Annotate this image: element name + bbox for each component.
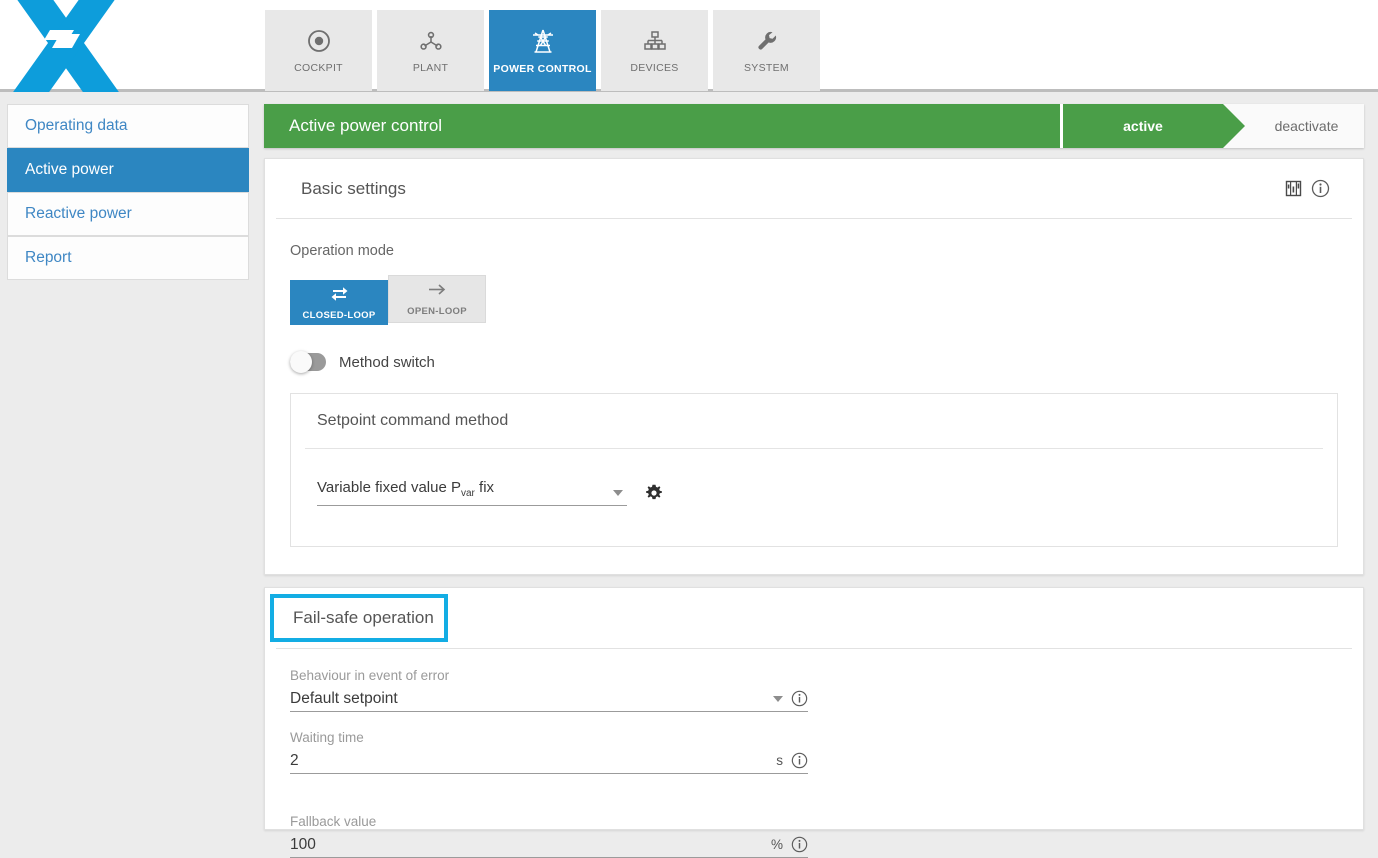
behaviour-in-event-of-error-field: Behaviour in event of error Default setp… [290, 668, 808, 712]
field-label: Waiting time [290, 730, 808, 745]
company-x-logo [0, 0, 120, 92]
target-icon [306, 28, 332, 54]
info-icon[interactable] [791, 752, 808, 769]
basic-settings-heading: Basic settings [301, 179, 1285, 199]
chevron-down-icon[interactable] [773, 696, 783, 702]
setpoint-method-value: Variable fixed value Pvar fix [317, 479, 494, 499]
nav-tab-label: SYSTEM [744, 62, 789, 74]
nav-tab-label: COCKPIT [294, 62, 343, 74]
mode-label: CLOSED-LOOP [303, 310, 376, 321]
sidebar: Operating data Active power Reactive pow… [0, 95, 256, 826]
nav-tab-label: PLANT [413, 62, 448, 74]
sidebar-item-active-power[interactable]: Active power [7, 148, 249, 192]
unit-label: s [776, 753, 783, 768]
arrow-right-icon [427, 282, 447, 302]
nav-tab-label: POWER CONTROL [493, 63, 591, 75]
network-icon [418, 28, 444, 54]
pylon-icon [529, 27, 557, 55]
operation-mode-selector: CLOSED-LOOP OPEN-LOOP [290, 275, 1338, 325]
table-view-icon[interactable] [1285, 180, 1302, 197]
field-label: Behaviour in event of error [290, 668, 808, 683]
top-bar: COCKPIT PLANT [0, 0, 1378, 92]
sidebar-item-reactive-power[interactable]: Reactive power [7, 192, 249, 236]
main-content: Active power control active deactivate B… [256, 95, 1378, 826]
behaviour-select[interactable]: Default setpoint [290, 686, 808, 712]
field-value: Default setpoint [290, 690, 398, 708]
field-adornments [773, 690, 808, 707]
field-adornments: s [776, 752, 808, 769]
page-title: Active power control [264, 104, 1060, 148]
fail-safe-operation-heading: Fail-safe operation [293, 608, 434, 628]
field-value: 100 [290, 836, 316, 854]
setpoint-command-method-body: Variable fixed value Pvar fix [305, 449, 1323, 506]
mode-label: OPEN-LOOP [407, 306, 467, 317]
fallback-value-input[interactable]: 100 % [290, 832, 808, 858]
setpoint-command-method-box: Setpoint command method Variable fixed v… [290, 393, 1338, 547]
fail-safe-operation-heading-highlight: Fail-safe operation [270, 594, 448, 642]
basic-settings-header: Basic settings [276, 159, 1352, 219]
closed-loop-button[interactable]: CLOSED-LOOP [290, 280, 388, 325]
field-adornments: % [771, 836, 808, 853]
divider [276, 648, 1352, 649]
field-label: Fallback value [290, 814, 808, 829]
basic-settings-card: Basic settings [264, 158, 1364, 575]
sidebar-item-label: Operating data [25, 117, 128, 135]
chevron-down-icon [613, 490, 623, 496]
fail-safe-operation-card: Fail-safe operation Behaviour in event o… [264, 587, 1364, 830]
active-state-button[interactable]: active [1063, 104, 1223, 148]
open-loop-button[interactable]: OPEN-LOOP [388, 275, 486, 323]
field-value: 2 [290, 752, 299, 770]
setpoint-command-method-heading: Setpoint command method [305, 394, 1323, 449]
gear-icon[interactable] [645, 484, 663, 502]
nav-tab-plant[interactable]: PLANT [377, 10, 484, 91]
nav-tab-cockpit[interactable]: COCKPIT [265, 10, 372, 91]
fallback-value-field: Fallback value 100 % [290, 814, 808, 858]
basic-settings-header-actions [1285, 179, 1330, 198]
sidebar-item-label: Active power [25, 161, 114, 179]
nav-tab-devices[interactable]: DEVICES [601, 10, 708, 91]
method-switch-label: Method switch [339, 354, 435, 371]
waiting-time-input[interactable]: 2 s [290, 748, 808, 774]
setpoint-method-select[interactable]: Variable fixed value Pvar fix [317, 479, 627, 506]
sidebar-item-label: Report [25, 249, 72, 267]
nav-tab-label: DEVICES [630, 62, 678, 74]
hierarchy-icon [642, 28, 668, 54]
sidebar-item-report[interactable]: Report [7, 236, 249, 280]
unit-label: % [771, 837, 783, 852]
info-icon[interactable] [791, 690, 808, 707]
toggle-knob [290, 351, 312, 373]
nav-tab-system[interactable]: SYSTEM [713, 10, 820, 91]
operation-mode-label: Operation mode [290, 243, 1338, 259]
basic-settings-body: Operation mode CLOSED-LOOP [265, 219, 1363, 547]
method-switch-row: Method switch [290, 353, 1338, 371]
info-icon[interactable] [791, 836, 808, 853]
main-navigation: COCKPIT PLANT [265, 10, 820, 92]
nav-tab-power-control[interactable]: POWER CONTROL [489, 10, 596, 91]
sidebar-item-operating-data[interactable]: Operating data [7, 104, 249, 148]
info-icon[interactable] [1311, 179, 1330, 198]
sidebar-item-label: Reactive power [25, 205, 132, 223]
waiting-time-field: Waiting time 2 s [290, 730, 808, 774]
wrench-icon [754, 28, 780, 54]
active-power-control-status-bar: Active power control active deactivate [264, 104, 1364, 148]
loop-icon [330, 285, 349, 306]
activation-toggle: active deactivate [1060, 104, 1364, 148]
method-switch-toggle[interactable] [290, 353, 326, 371]
